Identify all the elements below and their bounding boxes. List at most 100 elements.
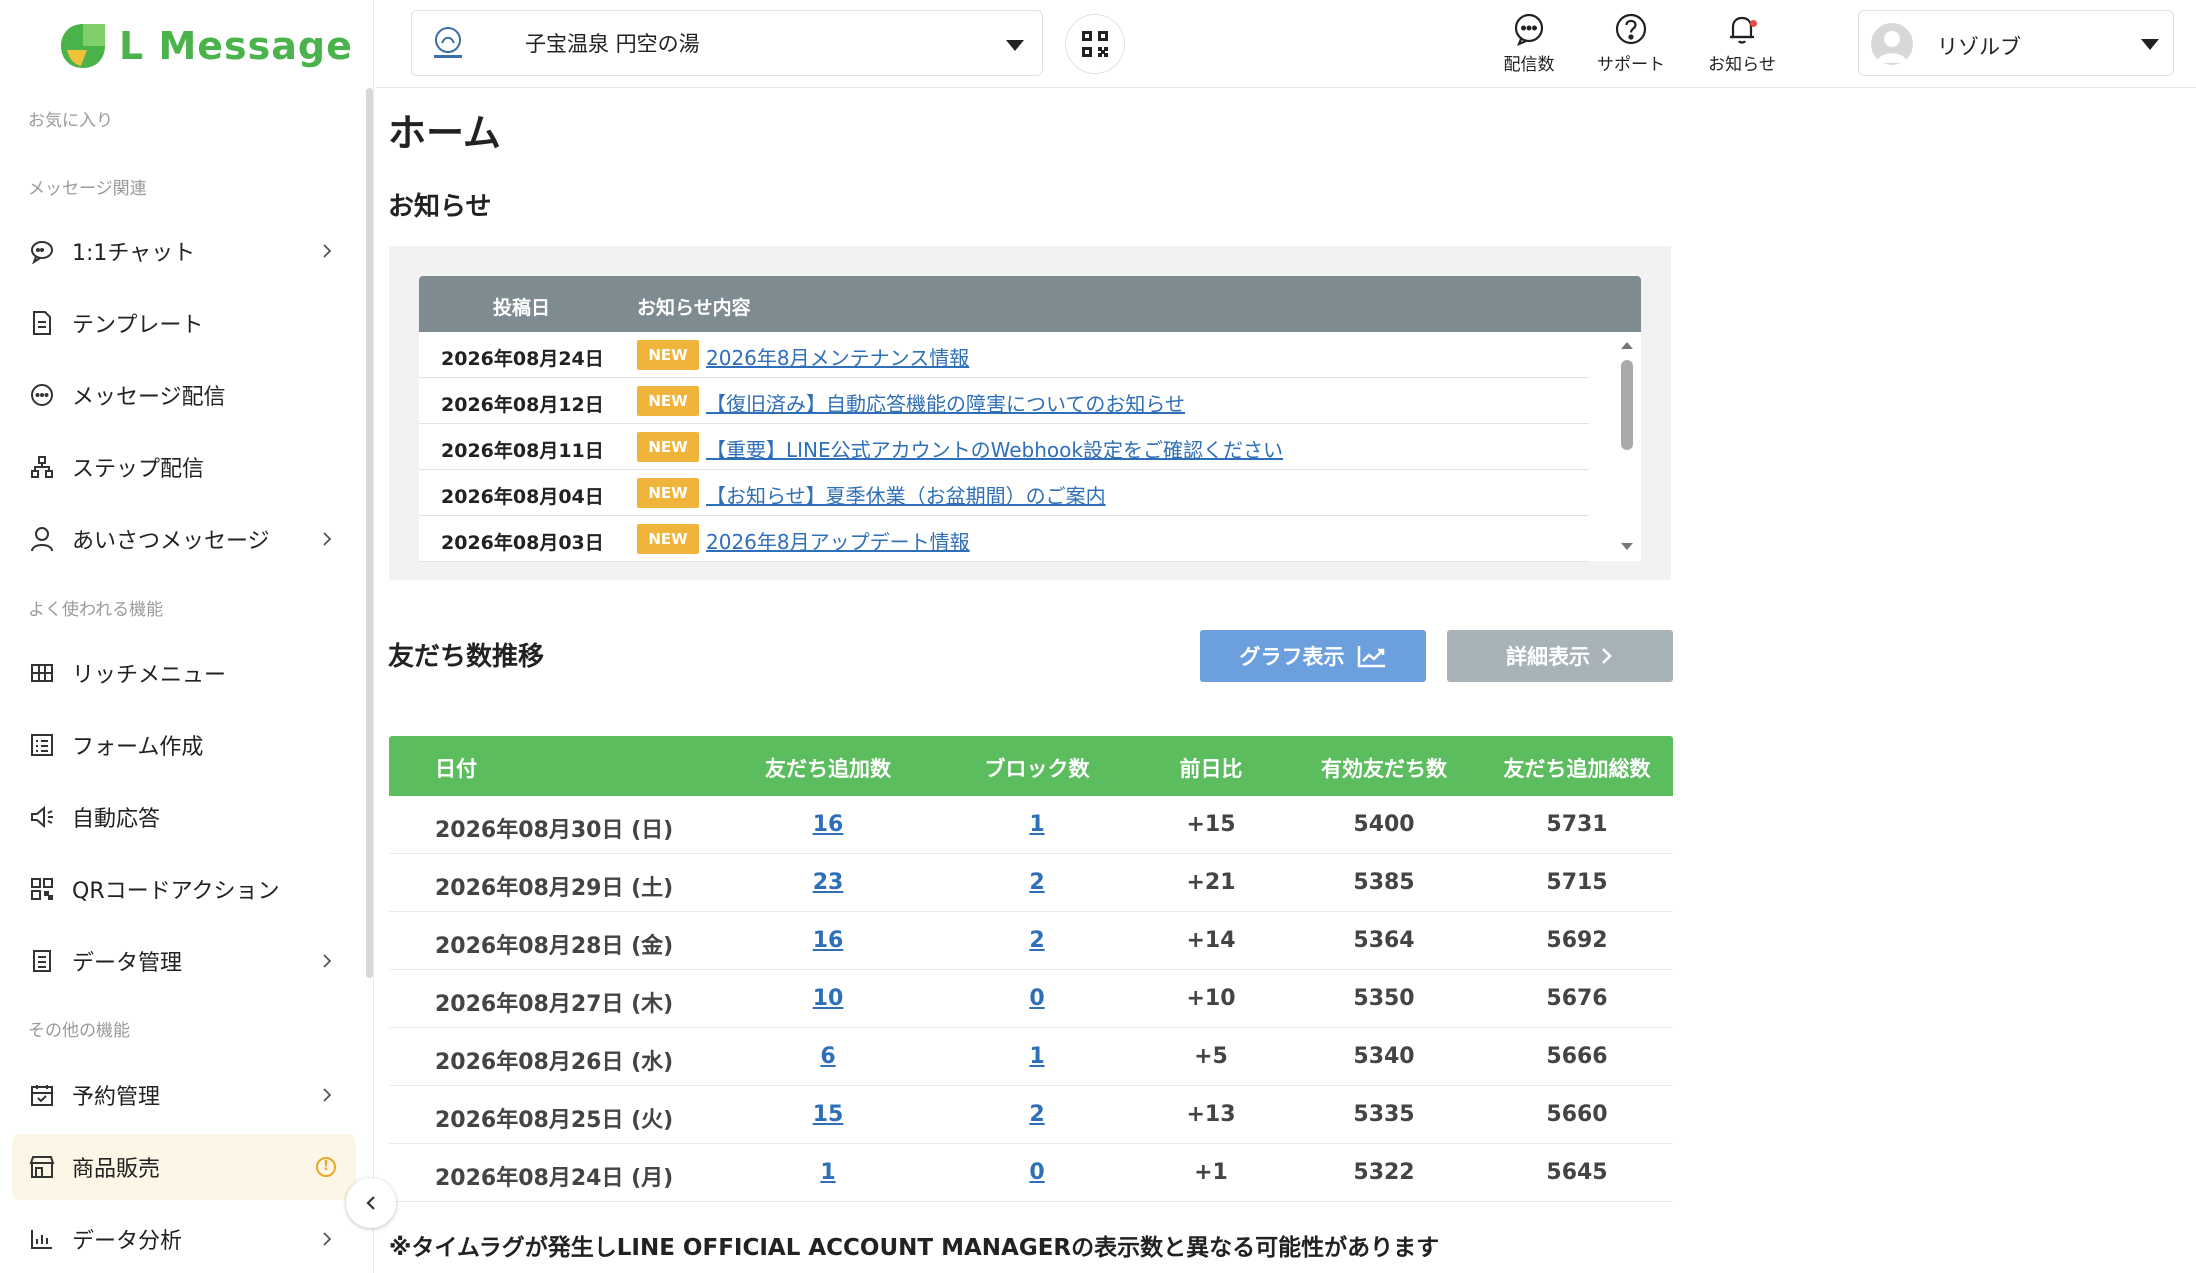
page-title: ホーム [388,111,501,155]
cell-diff: +21 [1186,870,1236,895]
notifications-label: お知らせ [1708,55,1776,75]
help-icon [1615,13,1647,45]
notifications-button[interactable]: お知らせ [1692,10,1792,80]
chevron-right-icon [323,1088,332,1102]
news-scrollbar[interactable] [1617,338,1637,554]
news-table: 投稿日 お知らせ内容 2026年08月24日 NEW 2026年8月メンテナンス… [419,276,1641,562]
shop-icon [28,1153,56,1181]
cell-blocked-link[interactable]: 2 [1029,928,1044,953]
sidebar-item-analytics[interactable]: データ分析 [12,1206,356,1272]
cell-added-link[interactable]: 6 [820,1044,835,1069]
detail-button[interactable]: 詳細表示 [1447,630,1673,682]
cell-blocked-link[interactable]: 2 [1029,1102,1044,1127]
cell-diff: +13 [1186,1102,1236,1127]
cell-added-link[interactable]: 15 [813,1102,844,1127]
table-row: 2026年08月24日 (月) 1 0 +1 5322 5645 [389,1144,1673,1202]
news-date: 2026年08月11日 [441,440,604,462]
news-link[interactable]: 【お知らせ】夏季休業（お盆期間）のご案内 [706,480,1106,509]
support-button[interactable]: サポート [1581,10,1681,80]
section-frequent: よく使われる機能 [28,600,164,620]
chevron-down-icon [2141,39,2159,50]
user-menu[interactable]: リゾルブ [1858,10,2174,76]
table-row: 2026年08月28日 (金) 16 2 +14 5364 5692 [389,912,1673,970]
sidebar-item-step[interactable]: ステップ配信 [12,434,356,500]
sidebar-item-richmenu[interactable]: リッチメニュー [12,640,356,706]
qr-button[interactable] [1065,14,1125,74]
section-other: その他の機能 [28,1021,130,1041]
cell-blocked-link[interactable]: 2 [1029,870,1044,895]
sidebar-item-label: データ管理 [72,951,183,976]
sidebar-item-autoreply[interactable]: 自動応答 [12,784,356,850]
qr-icon [1082,31,1108,57]
cell-blocked-link[interactable]: 1 [1029,1044,1044,1069]
chevron-down-icon [1006,40,1024,51]
news-link[interactable]: 2026年8月メンテナンス情報 [706,342,969,371]
new-badge: NEW [637,340,699,370]
sidebar-item-qr[interactable]: QRコードアクション [12,856,356,922]
cell-total: 5715 [1546,870,1608,895]
sidebar-item-template[interactable]: テンプレート [12,290,356,356]
table-row: 2026年08月26日 (水) 6 1 +5 5340 5666 [389,1028,1673,1086]
logo-text: L Message [119,24,353,68]
sidebar-item-data[interactable]: データ管理 [12,928,356,994]
sidebar-collapse-button[interactable] [346,1178,396,1228]
step-icon [28,453,56,481]
cell-blocked-link[interactable]: 1 [1029,812,1044,837]
news-row: 2026年08月11日 NEW 【重要】LINE公式アカウントのWebhook設… [419,424,1589,470]
news-header-content: お知らせ内容 [637,297,751,319]
chevron-right-icon [323,532,332,546]
cell-added-link[interactable]: 23 [813,870,844,895]
chat-icon [28,237,56,265]
detail-button-label: 詳細表示 [1506,645,1590,669]
message-icon [28,381,56,409]
cell-added-link[interactable]: 10 [813,986,844,1011]
cell-active: 5385 [1353,870,1415,895]
cell-active: 5340 [1353,1044,1415,1069]
sidebar-item-label: 商品販売 [72,1157,161,1182]
news-scroll-thumb[interactable] [1621,360,1633,450]
account-select[interactable]: 子宝温泉 円空の湯 [411,10,1043,76]
news-link[interactable]: 2026年8月アップデート情報 [706,526,970,555]
document-icon [28,309,56,337]
sidebar-item-reservation[interactable]: 予約管理 [12,1062,356,1128]
chevron-right-icon [323,244,332,258]
sidebar-item-greeting[interactable]: あいさつメッセージ [12,506,356,572]
cell-blocked-link[interactable]: 0 [1029,1160,1044,1185]
bell-icon [1730,16,1754,44]
cell-added-link[interactable]: 1 [820,1160,835,1185]
cell-date: 2026年08月25日 (火) [435,1108,674,1133]
cell-blocked-link[interactable]: 0 [1029,986,1044,1011]
main-content: ホーム お知らせ 投稿日 お知らせ内容 2026年08月24日 NEW 2026… [375,88,2196,1273]
cell-diff: +1 [1194,1160,1228,1185]
cell-diff: +10 [1186,986,1236,1011]
sidebar-item-chat[interactable]: 1:1チャット [12,218,356,284]
sidebar-item-broadcast[interactable]: メッセージ配信 [12,362,356,428]
news-link[interactable]: 【復旧済み】自動応答機能の障害についてのお知らせ [706,388,1185,417]
col-diff: 前日比 [1179,757,1243,781]
sidebar-item-shop[interactable]: 商品販売 ! [12,1134,356,1200]
sidebar-scrollbar[interactable] [366,88,373,978]
qr-icon [28,875,56,903]
cell-active: 5335 [1353,1102,1415,1127]
cell-active: 5400 [1353,812,1415,837]
notification-dot [1750,20,1757,27]
footnote: ※タイムラグが発生しLINE OFFICIAL ACCOUNT MANAGERの… [389,1235,1440,1261]
logo[interactable]: L Message [57,18,353,74]
cell-total: 5645 [1546,1160,1608,1185]
cell-date: 2026年08月30日 (日) [435,818,674,843]
cell-date: 2026年08月29日 (土) [435,876,674,901]
person-icon [28,525,56,553]
scroll-up-icon [1621,342,1633,349]
news-date: 2026年08月12日 [441,394,604,416]
graph-button[interactable]: グラフ表示 [1200,630,1426,682]
cell-added-link[interactable]: 16 [813,812,844,837]
sidebar-item-form[interactable]: フォーム作成 [12,712,356,778]
cell-added-link[interactable]: 16 [813,928,844,953]
news-link[interactable]: 【重要】LINE公式アカウントのWebhook設定をご確認ください [706,434,1283,463]
sidebar-item-label: ステップ配信 [72,457,205,482]
cell-active: 5350 [1353,986,1415,1011]
message-count-button[interactable]: 配信数 [1479,10,1579,80]
sidebar: L Message お気に入り メッセージ関連 1:1チャット テンプレート メ… [0,0,374,1273]
table-row: 2026年08月29日 (土) 23 2 +21 5385 5715 [389,854,1673,912]
cell-active: 5322 [1353,1160,1415,1185]
